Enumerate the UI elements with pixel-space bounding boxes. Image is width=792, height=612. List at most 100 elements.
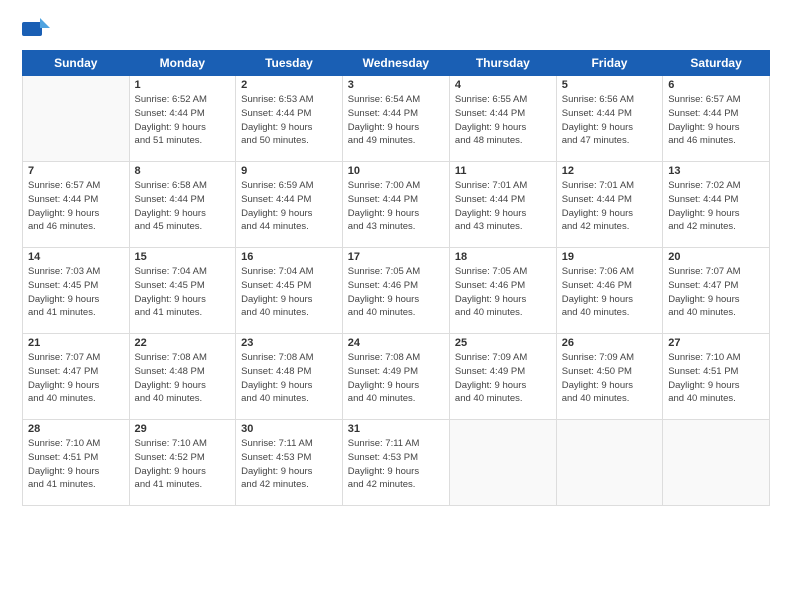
day-info: Sunrise: 7:03 AM Sunset: 4:45 PM Dayligh…	[28, 265, 124, 320]
calendar-cell: 14 Sunrise: 7:03 AM Sunset: 4:45 PM Dayli…	[23, 248, 130, 334]
calendar-cell: 6 Sunrise: 6:57 AM Sunset: 4:44 PM Daylig…	[663, 76, 770, 162]
weekday-wednesday: Wednesday	[342, 51, 449, 76]
day-number: 18	[455, 251, 551, 263]
day-info: Sunrise: 7:04 AM Sunset: 4:45 PM Dayligh…	[135, 265, 231, 320]
day-info: Sunrise: 7:09 AM Sunset: 4:50 PM Dayligh…	[562, 351, 657, 406]
day-number: 20	[668, 251, 764, 263]
calendar-cell: 10Sunrise: 7:00 AM Sunset: 4:44 PM Dayli…	[342, 162, 449, 248]
day-info: Sunrise: 6:52 AM Sunset: 4:44 PM Dayligh…	[135, 93, 231, 148]
day-info: Sunrise: 6:53 AM Sunset: 4:44 PM Dayligh…	[241, 93, 337, 148]
calendar-cell: 23 Sunrise: 7:08 AM Sunset: 4:48 PM Dayli…	[236, 334, 343, 420]
day-info: Sunrise: 7:10 AM Sunset: 4:51 PM Dayligh…	[668, 351, 764, 406]
day-number: 7	[28, 165, 124, 177]
day-number: 1	[135, 79, 231, 91]
calendar-cell: 17 Sunrise: 7:05 AM Sunset: 4:46 PM Dayli…	[342, 248, 449, 334]
calendar-cell: 3Sunrise: 6:54 AM Sunset: 4:44 PM Daylig…	[342, 76, 449, 162]
header	[22, 18, 770, 40]
week-row-0: 1 Sunrise: 6:52 AM Sunset: 4:44 PM Daylig…	[23, 76, 770, 162]
day-info: Sunrise: 7:10 AM Sunset: 4:52 PM Dayligh…	[135, 437, 231, 492]
calendar-cell: 20 Sunrise: 7:07 AM Sunset: 4:47 PM Dayli…	[663, 248, 770, 334]
day-info: Sunrise: 7:05 AM Sunset: 4:46 PM Dayligh…	[348, 265, 444, 320]
week-row-3: 21 Sunrise: 7:07 AM Sunset: 4:47 PM Dayli…	[23, 334, 770, 420]
calendar-cell	[449, 420, 556, 506]
day-info: Sunrise: 7:04 AM Sunset: 4:45 PM Dayligh…	[241, 265, 337, 320]
day-number: 22	[135, 337, 231, 349]
calendar-cell: 25Sunrise: 7:09 AM Sunset: 4:49 PM Dayli…	[449, 334, 556, 420]
day-number: 6	[668, 79, 764, 91]
calendar-cell: 21 Sunrise: 7:07 AM Sunset: 4:47 PM Dayli…	[23, 334, 130, 420]
calendar-cell: 29 Sunrise: 7:10 AM Sunset: 4:52 PM Dayli…	[129, 420, 236, 506]
day-info: Sunrise: 7:01 AM Sunset: 4:44 PM Dayligh…	[562, 179, 657, 234]
weekday-header-row: SundayMondayTuesdayWednesdayThursdayFrid…	[23, 51, 770, 76]
day-info: Sunrise: 6:59 AM Sunset: 4:44 PM Dayligh…	[241, 179, 337, 234]
day-number: 29	[135, 423, 231, 435]
calendar-cell: 24 Sunrise: 7:08 AM Sunset: 4:49 PM Dayli…	[342, 334, 449, 420]
day-number: 28	[28, 423, 124, 435]
day-info: Sunrise: 6:57 AM Sunset: 4:44 PM Dayligh…	[28, 179, 124, 234]
day-info: Sunrise: 6:56 AM Sunset: 4:44 PM Dayligh…	[562, 93, 657, 148]
day-number: 15	[135, 251, 231, 263]
calendar-cell: 26 Sunrise: 7:09 AM Sunset: 4:50 PM Dayli…	[556, 334, 662, 420]
day-number: 5	[562, 79, 657, 91]
calendar-cell: 5 Sunrise: 6:56 AM Sunset: 4:44 PM Daylig…	[556, 76, 662, 162]
calendar-cell: 12Sunrise: 7:01 AM Sunset: 4:44 PM Dayli…	[556, 162, 662, 248]
day-number: 8	[135, 165, 231, 177]
day-info: Sunrise: 7:11 AM Sunset: 4:53 PM Dayligh…	[241, 437, 337, 492]
day-info: Sunrise: 7:02 AM Sunset: 4:44 PM Dayligh…	[668, 179, 764, 234]
day-number: 30	[241, 423, 337, 435]
calendar-cell: 8Sunrise: 6:58 AM Sunset: 4:44 PM Daylig…	[129, 162, 236, 248]
day-info: Sunrise: 6:57 AM Sunset: 4:44 PM Dayligh…	[668, 93, 764, 148]
day-info: Sunrise: 7:06 AM Sunset: 4:46 PM Dayligh…	[562, 265, 657, 320]
page: SundayMondayTuesdayWednesdayThursdayFrid…	[0, 0, 792, 612]
calendar-cell: 7 Sunrise: 6:57 AM Sunset: 4:44 PM Daylig…	[23, 162, 130, 248]
day-number: 9	[241, 165, 337, 177]
day-number: 4	[455, 79, 551, 91]
day-number: 14	[28, 251, 124, 263]
weekday-friday: Friday	[556, 51, 662, 76]
day-info: Sunrise: 7:09 AM Sunset: 4:49 PM Dayligh…	[455, 351, 551, 406]
day-info: Sunrise: 7:10 AM Sunset: 4:51 PM Dayligh…	[28, 437, 124, 492]
logo-icon	[22, 18, 50, 40]
calendar-cell: 11 Sunrise: 7:01 AM Sunset: 4:44 PM Dayli…	[449, 162, 556, 248]
calendar-cell: 27 Sunrise: 7:10 AM Sunset: 4:51 PM Dayli…	[663, 334, 770, 420]
calendar-cell: 19 Sunrise: 7:06 AM Sunset: 4:46 PM Dayli…	[556, 248, 662, 334]
calendar-cell: 16 Sunrise: 7:04 AM Sunset: 4:45 PM Dayli…	[236, 248, 343, 334]
calendar-table: SundayMondayTuesdayWednesdayThursdayFrid…	[22, 50, 770, 506]
calendar-cell	[556, 420, 662, 506]
day-number: 24	[348, 337, 444, 349]
day-number: 3	[348, 79, 444, 91]
calendar-cell: 30 Sunrise: 7:11 AM Sunset: 4:53 PM Dayli…	[236, 420, 343, 506]
day-number: 23	[241, 337, 337, 349]
day-number: 26	[562, 337, 657, 349]
weekday-monday: Monday	[129, 51, 236, 76]
calendar-cell	[23, 76, 130, 162]
weekday-thursday: Thursday	[449, 51, 556, 76]
weekday-tuesday: Tuesday	[236, 51, 343, 76]
day-number: 19	[562, 251, 657, 263]
day-number: 11	[455, 165, 551, 177]
day-number: 13	[668, 165, 764, 177]
calendar-cell: 18Sunrise: 7:05 AM Sunset: 4:46 PM Dayli…	[449, 248, 556, 334]
week-row-4: 28 Sunrise: 7:10 AM Sunset: 4:51 PM Dayli…	[23, 420, 770, 506]
day-number: 16	[241, 251, 337, 263]
day-number: 31	[348, 423, 444, 435]
day-number: 27	[668, 337, 764, 349]
day-info: Sunrise: 6:55 AM Sunset: 4:44 PM Dayligh…	[455, 93, 551, 148]
calendar-cell: 1 Sunrise: 6:52 AM Sunset: 4:44 PM Daylig…	[129, 76, 236, 162]
calendar-cell: 15 Sunrise: 7:04 AM Sunset: 4:45 PM Dayli…	[129, 248, 236, 334]
calendar-cell: 31Sunrise: 7:11 AM Sunset: 4:53 PM Dayli…	[342, 420, 449, 506]
day-info: Sunrise: 7:07 AM Sunset: 4:47 PM Dayligh…	[668, 265, 764, 320]
day-info: Sunrise: 7:08 AM Sunset: 4:49 PM Dayligh…	[348, 351, 444, 406]
day-number: 21	[28, 337, 124, 349]
day-number: 2	[241, 79, 337, 91]
day-info: Sunrise: 7:01 AM Sunset: 4:44 PM Dayligh…	[455, 179, 551, 234]
calendar-cell	[663, 420, 770, 506]
day-number: 17	[348, 251, 444, 263]
day-info: Sunrise: 7:08 AM Sunset: 4:48 PM Dayligh…	[241, 351, 337, 406]
calendar-cell: 9 Sunrise: 6:59 AM Sunset: 4:44 PM Daylig…	[236, 162, 343, 248]
day-info: Sunrise: 7:00 AM Sunset: 4:44 PM Dayligh…	[348, 179, 444, 234]
calendar-cell: 22Sunrise: 7:08 AM Sunset: 4:48 PM Dayli…	[129, 334, 236, 420]
calendar-cell: 28 Sunrise: 7:10 AM Sunset: 4:51 PM Dayli…	[23, 420, 130, 506]
logo	[22, 18, 52, 40]
day-info: Sunrise: 7:07 AM Sunset: 4:47 PM Dayligh…	[28, 351, 124, 406]
